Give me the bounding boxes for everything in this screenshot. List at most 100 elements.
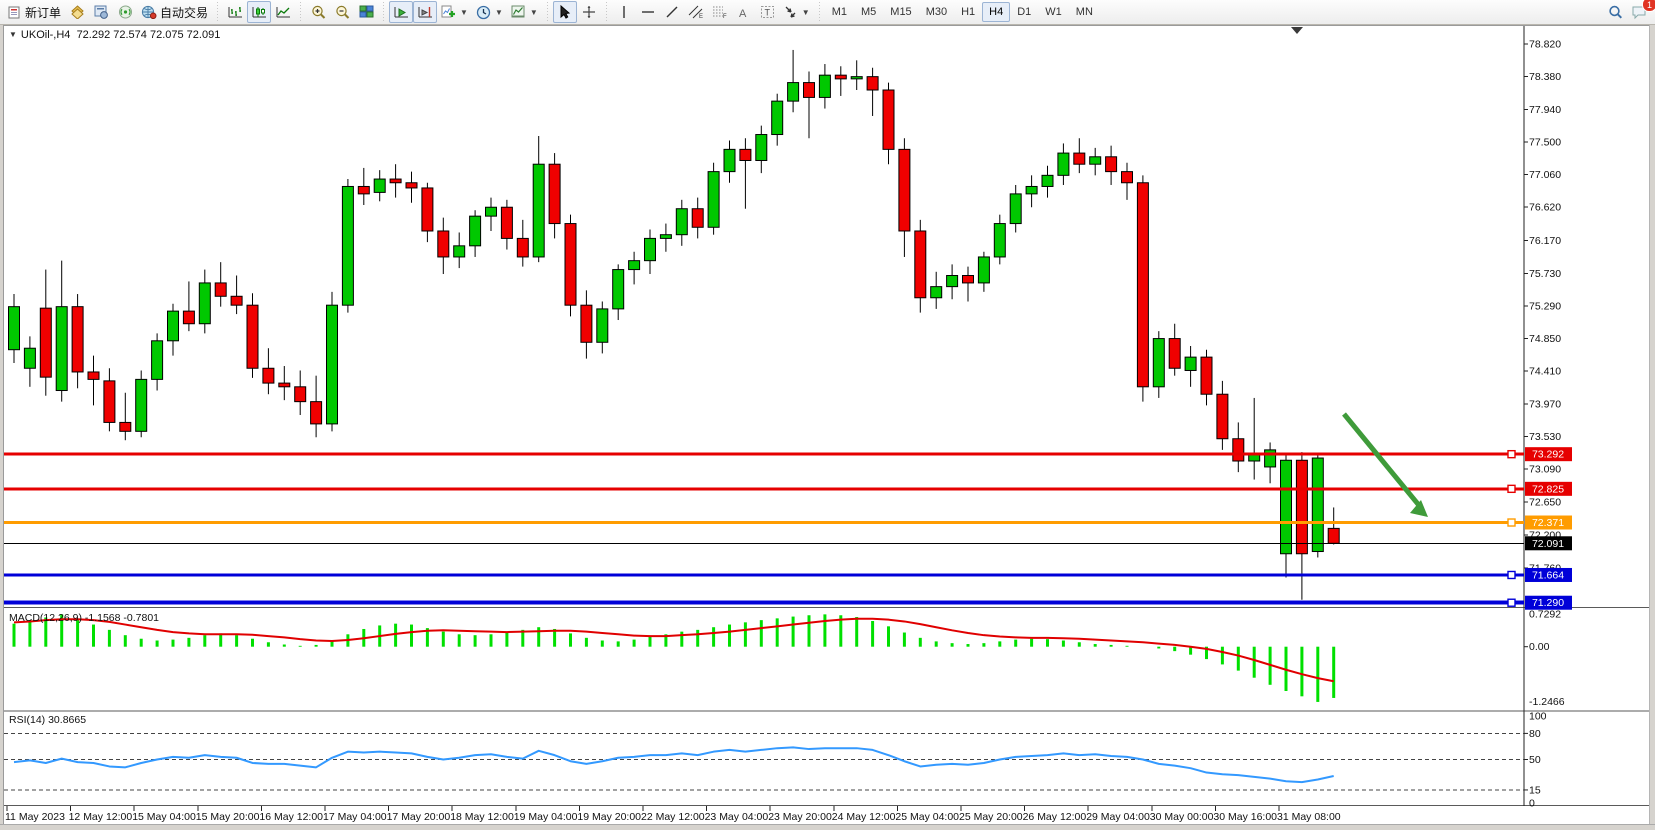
candle-body	[470, 216, 481, 246]
crosshair-tool-button[interactable]	[577, 1, 601, 23]
svg-text:11 May 2023: 11 May 2023	[5, 811, 65, 823]
arrows-icon	[784, 5, 798, 19]
svg-text:18 May 12:00: 18 May 12:00	[450, 811, 514, 823]
candle-body	[1106, 157, 1117, 172]
svg-text:0: 0	[1529, 798, 1535, 810]
candle-body	[676, 209, 687, 235]
candle-body	[1042, 175, 1053, 186]
svg-text:80: 80	[1529, 728, 1541, 740]
macd-indicator-label: MACD(12,26,9) -1.1568 -0.7801	[9, 612, 159, 624]
new-order-label: 新订单	[25, 4, 61, 21]
autotrading-icon	[141, 5, 157, 19]
channel-tool-button[interactable]: E	[684, 1, 708, 23]
candle-body	[629, 261, 640, 270]
candle-body	[835, 75, 846, 79]
candle-body	[295, 387, 306, 402]
line-handle[interactable]	[1508, 519, 1515, 526]
timeframe-button-h1[interactable]: H1	[954, 2, 982, 22]
fibonacci-icon: F	[712, 5, 728, 19]
market-watch-button[interactable]	[65, 1, 89, 23]
indicators-button[interactable]: ▼	[437, 1, 472, 23]
svg-text:25 May 20:00: 25 May 20:00	[959, 811, 1023, 823]
candle-body	[756, 135, 767, 161]
candle-body	[804, 83, 815, 98]
candle-body	[1153, 339, 1164, 387]
chart-canvas[interactable]: 78.82078.38077.94077.50077.06076.62076.1…	[0, 0, 1655, 830]
candle-body	[263, 368, 274, 383]
tile-windows-button[interactable]	[354, 1, 378, 23]
chart-candles-button[interactable]	[247, 1, 271, 23]
candle-body	[1233, 439, 1244, 461]
chart-shift-button[interactable]	[413, 1, 437, 23]
arrows-tool-button[interactable]: ▼	[780, 1, 814, 23]
line-handle[interactable]	[1508, 571, 1515, 578]
svg-text:74.850: 74.850	[1529, 333, 1561, 345]
candle-body	[311, 402, 322, 424]
svg-text:72.650: 72.650	[1529, 496, 1561, 508]
chart-line-button[interactable]	[271, 1, 295, 23]
candle-body	[1185, 357, 1196, 370]
search-button[interactable]	[1603, 1, 1627, 23]
timeframe-button-m5[interactable]: M5	[854, 2, 883, 22]
candle-body	[120, 422, 131, 431]
candle-body	[1281, 460, 1292, 553]
svg-text:74.410: 74.410	[1529, 366, 1561, 378]
horizontal-line-tool-button[interactable]	[636, 1, 660, 23]
svg-text:23 May 04:00: 23 May 04:00	[705, 811, 769, 823]
timeframe-button-m1[interactable]: M1	[825, 2, 854, 22]
svg-text:29 May 04:00: 29 May 04:00	[1086, 811, 1150, 823]
svg-text:T: T	[765, 8, 771, 18]
candle-body	[994, 224, 1005, 257]
svg-text:78.380: 78.380	[1529, 71, 1561, 83]
auto-scroll-button[interactable]	[389, 1, 413, 23]
cursor-tool-button[interactable]	[553, 1, 577, 23]
candle-body	[1265, 450, 1276, 467]
svg-text:77.500: 77.500	[1529, 136, 1561, 148]
svg-text:77.940: 77.940	[1529, 104, 1561, 116]
timeframe-button-mn[interactable]: MN	[1069, 2, 1100, 22]
zoom-out-button[interactable]	[330, 1, 354, 23]
trendline-tool-button[interactable]	[660, 1, 684, 23]
candle-body	[183, 311, 194, 324]
timeframe-button-m30[interactable]: M30	[919, 2, 954, 22]
crosshair-icon	[582, 5, 596, 19]
autotrading-button[interactable]: 自动交易	[137, 1, 212, 23]
text-icon: A	[737, 6, 750, 19]
svg-text:50: 50	[1529, 754, 1541, 766]
svg-text:F: F	[723, 14, 727, 19]
svg-text:75.290: 75.290	[1529, 300, 1561, 312]
templates-button[interactable]: ▼	[507, 1, 542, 23]
candle-body	[1296, 460, 1307, 553]
signals-button[interactable]	[113, 1, 137, 23]
fibonacci-tool-button[interactable]: F	[708, 1, 732, 23]
line-handle[interactable]	[1508, 485, 1515, 492]
data-window-button[interactable]	[89, 1, 113, 23]
zoom-in-button[interactable]	[306, 1, 330, 23]
line-handle[interactable]	[1508, 451, 1515, 458]
dropdown-caret: ▼	[460, 8, 468, 17]
new-order-button[interactable]: 新订单	[4, 1, 65, 23]
svg-text:0.7292: 0.7292	[1529, 608, 1561, 620]
search-icon	[1608, 5, 1623, 20]
candle-body	[645, 238, 656, 260]
timeframe-button-w1[interactable]: W1	[1038, 2, 1069, 22]
candle-body	[819, 75, 830, 97]
timeframe-button-h4[interactable]: H4	[982, 2, 1010, 22]
candle-body	[1328, 528, 1339, 543]
svg-text:A: A	[739, 8, 747, 19]
label-tool-button[interactable]: T	[756, 1, 780, 23]
svg-text:16 May 12:00: 16 May 12:00	[259, 811, 323, 823]
timeframe-button-m15[interactable]: M15	[883, 2, 918, 22]
text-tool-button[interactable]: A	[732, 1, 756, 23]
collapse-triangle-icon[interactable]: ▼	[9, 30, 17, 39]
candle-body	[581, 305, 592, 342]
zoom-in-icon	[311, 5, 326, 20]
chart-bars-button[interactable]	[223, 1, 247, 23]
svg-text:76.620: 76.620	[1529, 202, 1561, 214]
timeframe-button-d1[interactable]: D1	[1010, 2, 1038, 22]
candle-body	[136, 379, 147, 431]
line-handle[interactable]	[1508, 599, 1515, 606]
notifications-button[interactable]: 1	[1627, 1, 1651, 23]
periods-button[interactable]: ▼	[472, 1, 507, 23]
vertical-line-tool-button[interactable]	[612, 1, 636, 23]
